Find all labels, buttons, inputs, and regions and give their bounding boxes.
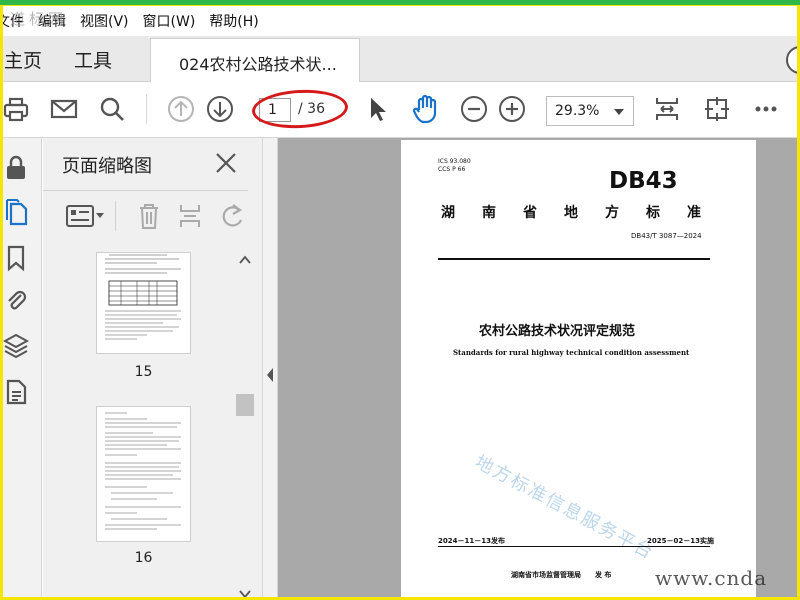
chevron-down-icon[interactable] xyxy=(614,109,624,115)
publish-date: 2024－11－13发布 xyxy=(438,537,505,545)
standard-logo: DB43 xyxy=(609,168,678,194)
thumbnail-page[interactable] xyxy=(96,252,191,354)
full-screen-icon[interactable] xyxy=(701,93,733,125)
zoom-out-icon[interactable] xyxy=(458,93,490,125)
document-view[interactable]: ICS 93.080 CCS P 66 DB43 湖南省地方标准 DB43/T … xyxy=(278,138,800,600)
divider xyxy=(438,546,710,547)
delete-icon[interactable] xyxy=(137,202,161,234)
toolbar: 1 / 36 29.3% xyxy=(0,82,800,138)
rotate-icon[interactable] xyxy=(219,202,247,234)
standard-number: DB43/T 3087—2024 xyxy=(631,232,702,240)
print-icon[interactable] xyxy=(0,93,32,125)
menu-bar: 文件 编辑 视图(V) 窗口(W) 帮助(H) 道标网 xyxy=(0,6,800,36)
panel-collapse-handle[interactable] xyxy=(263,138,278,600)
hand-tool-icon[interactable] xyxy=(409,93,441,125)
top-accent-bar xyxy=(0,0,800,5)
thumbnail-label: 15 xyxy=(134,364,153,380)
effective-date: 2025－02－13实施 xyxy=(647,537,714,545)
tab-bar: 主页 工具 024农村公路技术状... xyxy=(0,36,800,82)
page-watermark: 地方标准信息服务平台 xyxy=(471,451,658,564)
panel-divider xyxy=(115,201,116,231)
more-options-icon[interactable] xyxy=(750,93,782,125)
watermark-text: 道标网 xyxy=(10,10,68,28)
document-title: 农村公路技术状况评定规范 xyxy=(479,324,636,339)
document-tab-label: 024农村公路技术状... xyxy=(179,55,337,74)
divider xyxy=(438,258,710,260)
menu-help[interactable]: 帮助(H) xyxy=(202,11,265,31)
thumbnail-label: 16 xyxy=(134,550,153,566)
extract-pages-icon[interactable] xyxy=(178,202,202,234)
ccs-code: CCS P 66 xyxy=(438,166,466,173)
document-subtitle: Standards for rural highway technical co… xyxy=(453,348,690,357)
lock-icon[interactable] xyxy=(2,154,30,182)
ics-code: ICS 93.080 xyxy=(438,158,471,165)
site-watermark: www.cnda xyxy=(655,566,768,590)
menu-window[interactable]: 窗口(W) xyxy=(136,11,203,31)
next-page-icon[interactable] xyxy=(204,93,236,125)
search-icon[interactable] xyxy=(96,93,128,125)
issuer: 湖南省市场监督管理局 发 布 xyxy=(511,571,612,579)
layers-icon[interactable] xyxy=(2,332,30,360)
tab-home[interactable]: 主页 xyxy=(4,46,42,73)
document-icon[interactable] xyxy=(2,378,30,406)
menu-view[interactable]: 视图(V) xyxy=(73,11,136,31)
tab-tools[interactable]: 工具 xyxy=(74,46,112,73)
thumbnail-page[interactable] xyxy=(96,406,191,542)
pdf-page: ICS 93.080 CCS P 66 DB43 湖南省地方标准 DB43/T … xyxy=(401,140,756,600)
panel-title: 页面缩略图 xyxy=(62,156,152,177)
page-thumbnails-icon[interactable] xyxy=(2,198,30,226)
account-icon[interactable] xyxy=(786,46,800,74)
standard-type: 湖南省地方标准 xyxy=(441,205,728,221)
bookmark-icon[interactable] xyxy=(2,244,30,272)
select-cursor-icon[interactable] xyxy=(361,93,393,125)
panel-toolbar xyxy=(43,190,248,240)
zoom-in-icon[interactable] xyxy=(496,93,528,125)
tab-document[interactable]: 024农村公路技术状... xyxy=(150,38,360,82)
toolbar-divider xyxy=(146,94,147,124)
fit-page-icon[interactable] xyxy=(651,93,683,125)
left-tool-strip xyxy=(0,138,42,600)
annotation-ellipse xyxy=(251,87,349,131)
options-menu-icon[interactable] xyxy=(65,203,105,233)
close-icon[interactable] xyxy=(213,150,239,176)
attachment-icon[interactable] xyxy=(2,286,30,314)
mail-icon[interactable] xyxy=(48,93,80,125)
previous-page-icon[interactable] xyxy=(165,93,197,125)
thumbnails-panel: 页面缩略图 15 16 xyxy=(43,138,263,600)
zoom-value: 29.3% xyxy=(555,103,600,119)
thumbnail-scrollbar[interactable] xyxy=(236,250,254,600)
